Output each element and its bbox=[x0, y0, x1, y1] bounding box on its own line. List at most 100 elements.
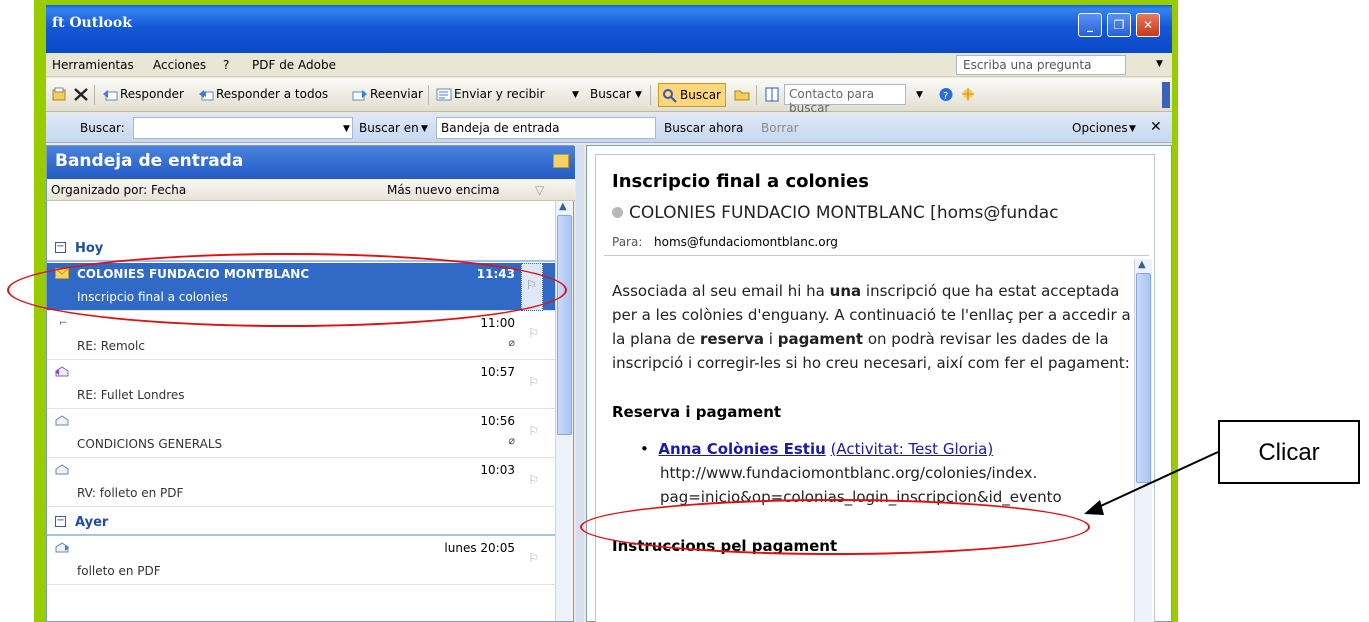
search-now-button[interactable]: Buscar ahora bbox=[664, 121, 743, 135]
reply-button[interactable]: Responder bbox=[120, 87, 184, 101]
search-options-button[interactable]: Opciones bbox=[1072, 121, 1128, 135]
title-bar[interactable]: ft Outlook _ ❐ ✕ bbox=[46, 5, 1172, 53]
ask-dropdown-icon[interactable]: ▼ bbox=[1156, 59, 1163, 69]
group-label: Ayer bbox=[75, 515, 109, 530]
scroll-up-icon[interactable]: ▲ bbox=[1138, 259, 1146, 270]
bullet: • bbox=[640, 440, 659, 458]
svg-text:?: ? bbox=[943, 91, 948, 102]
send-receive-icon[interactable] bbox=[436, 87, 452, 102]
menu-help[interactable]: ? bbox=[223, 58, 229, 72]
group-yesterday[interactable]: − Ayer bbox=[47, 508, 555, 536]
search-in-dropdown-icon[interactable]: ▼ bbox=[421, 124, 428, 134]
arrangement-header[interactable]: Organizado por: Fecha Más nuevo encima ▽ bbox=[47, 179, 575, 201]
options-dropdown-icon[interactable]: ▼ bbox=[1129, 124, 1136, 134]
list-scroll-thumb[interactable] bbox=[557, 215, 572, 435]
reservation-link[interactable]: Anna Colònies Estiu bbox=[658, 440, 825, 458]
folder-icon[interactable] bbox=[553, 154, 569, 168]
flag-icon[interactable]: ⚐ bbox=[528, 551, 539, 565]
message-subject: folleto en PDF bbox=[77, 564, 161, 578]
sort-flag-icon[interactable]: ▽ bbox=[535, 183, 544, 197]
email-subject: Inscripcio final a colonies bbox=[612, 171, 869, 192]
reading-scrollbar[interactable]: ▲ bbox=[1134, 259, 1152, 622]
scroll-up-icon[interactable]: ▲ bbox=[559, 201, 567, 212]
forwarded-envelope-icon bbox=[55, 542, 69, 553]
help-icon[interactable]: ? bbox=[938, 87, 954, 102]
list-scrollbar[interactable]: ▲ bbox=[555, 201, 573, 621]
minimize-button[interactable]: _ bbox=[1078, 13, 1102, 37]
collapse-icon[interactable]: − bbox=[55, 242, 66, 253]
close-button[interactable]: ✕ bbox=[1136, 13, 1160, 37]
find-button-active[interactable]: Buscar bbox=[658, 83, 726, 107]
flag-icon[interactable]: ⚐ bbox=[528, 326, 539, 340]
list-item[interactable]: RV: folleto en PDF 10:03 ⚐ bbox=[47, 459, 555, 507]
body-text: i bbox=[763, 330, 778, 348]
menu-pdf-adobe[interactable]: PDF de Adobe bbox=[252, 58, 336, 72]
message-subject: RE: Remolc bbox=[77, 339, 145, 353]
opened-envelope-icon bbox=[55, 415, 69, 426]
delete-icon[interactable] bbox=[73, 87, 89, 102]
url-line-1: http://www.fundaciomontblanc.org/colonie… bbox=[660, 464, 1038, 482]
screenshot-page: ft Outlook _ ❐ ✕ Herramientas Acciones ?… bbox=[0, 0, 1369, 622]
menu-acciones[interactable]: Acciones bbox=[153, 58, 206, 72]
reply-all-button[interactable]: Responder a todos bbox=[216, 87, 328, 101]
header-divider bbox=[604, 255, 1149, 256]
message-time: 10:56 bbox=[480, 414, 515, 428]
to-address[interactable]: homs@fundaciomontblanc.org bbox=[654, 235, 838, 249]
toolbar-separator bbox=[756, 85, 757, 105]
reservation-link-item[interactable]: • Anna Colònies Estiu (Activitat: Test G… bbox=[640, 440, 993, 458]
search-dropdown-icon[interactable]: ▼ bbox=[343, 124, 350, 134]
find-dropdown-icon[interactable]: ▼ bbox=[635, 90, 642, 100]
search-folder-field[interactable]: Bandeja de entrada bbox=[436, 117, 656, 139]
attachment-icon: ⌀ bbox=[508, 336, 515, 349]
message-time: 10:57 bbox=[480, 365, 515, 379]
toolbar-overflow-handle[interactable] bbox=[1162, 82, 1170, 108]
send-receive-dropdown-icon[interactable]: ▼ bbox=[572, 90, 579, 100]
collapse-icon[interactable]: − bbox=[55, 516, 66, 527]
arranged-by-label[interactable]: Organizado por: Fecha bbox=[51, 183, 186, 197]
body-text: Associada al seu email hi ha bbox=[612, 282, 830, 300]
reply-marker-icon: ⌐ bbox=[59, 318, 68, 329]
move-to-folder-icon[interactable] bbox=[51, 87, 67, 102]
instant-search-bar: Buscar: ▼ Buscar en ▼ Bandeja de entrada… bbox=[46, 113, 1172, 143]
forward-button[interactable]: Reenviar bbox=[370, 87, 423, 101]
find-menu-button[interactable]: Buscar bbox=[590, 87, 631, 101]
office-assistant-icon[interactable] bbox=[960, 87, 976, 102]
activity-link[interactable]: (Activitat: Test Gloria) bbox=[831, 440, 994, 458]
message-list-pane: Bandeja de entrada Organizado por: Fecha… bbox=[46, 145, 575, 622]
group-label: Hoy bbox=[75, 241, 104, 256]
callout-text: Clicar bbox=[1258, 439, 1320, 466]
maximize-button[interactable]: ❐ bbox=[1107, 13, 1131, 37]
list-item[interactable]: folleto en PDF lunes 20:05 ⚐ bbox=[47, 537, 555, 585]
pane-divider[interactable] bbox=[576, 145, 584, 622]
flag-icon[interactable]: ⚐ bbox=[528, 473, 539, 487]
clear-search-button[interactable]: Borrar bbox=[761, 121, 799, 135]
open-folder-icon[interactable] bbox=[734, 87, 750, 102]
search-input[interactable] bbox=[133, 117, 353, 139]
list-item[interactable]: CONDICIONS GENERALS 10:56 ⌀ ⚐ bbox=[47, 410, 555, 458]
ask-question-input[interactable]: Escriba una pregunta bbox=[956, 55, 1126, 75]
folder-title: Bandeja de entrada bbox=[55, 151, 244, 171]
section-heading-reserva: Reserva i pagament bbox=[612, 403, 782, 421]
search-in-button[interactable]: Buscar en bbox=[359, 121, 419, 135]
find-button-label: Buscar bbox=[680, 88, 721, 102]
flag-icon[interactable]: ⚐ bbox=[528, 424, 539, 438]
send-receive-button[interactable]: Enviar y recibir bbox=[454, 87, 545, 101]
reply-all-icon[interactable] bbox=[198, 87, 214, 102]
sort-order-label[interactable]: Más nuevo encima bbox=[387, 183, 500, 197]
body-bold-text: una bbox=[829, 282, 862, 300]
address-book-icon[interactable] bbox=[764, 87, 780, 102]
contact-dropdown-icon[interactable]: ▼ bbox=[916, 90, 923, 100]
menu-herramientas[interactable]: Herramientas bbox=[52, 58, 134, 72]
contact-search-input[interactable]: Contacto para buscar bbox=[784, 84, 906, 115]
email-sender: COLONIES FUNDACIO MONTBLANC [homs@fundac bbox=[612, 203, 1059, 223]
flag-icon[interactable]: ⚐ bbox=[528, 375, 539, 389]
close-search-icon[interactable]: ✕ bbox=[1150, 119, 1162, 135]
message-time: 11:00 bbox=[480, 316, 515, 330]
forward-icon[interactable] bbox=[352, 87, 368, 102]
replied-envelope-icon bbox=[55, 366, 69, 377]
message-subject: RV: folleto en PDF bbox=[77, 486, 184, 500]
highlight-ring-selected-message bbox=[7, 253, 567, 327]
reading-scroll-thumb[interactable] bbox=[1136, 273, 1151, 483]
list-item[interactable]: RE: Fullet Londres 10:57 ⚐ bbox=[47, 361, 555, 409]
reply-icon[interactable] bbox=[102, 87, 118, 102]
